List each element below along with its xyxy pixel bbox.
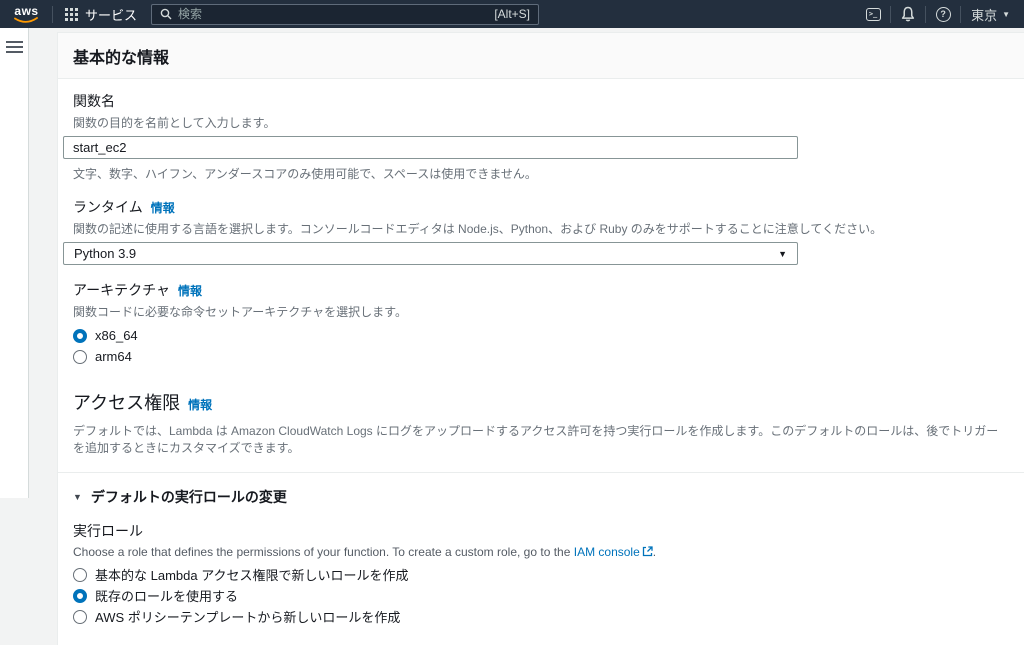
radio-option-label: 基本的な Lambda アクセス権限で新しいロールを作成 [95, 565, 409, 584]
collapsed-sidebar [0, 28, 29, 498]
aws-smile-icon [14, 17, 38, 24]
cloudshell-icon: >_ [866, 8, 881, 21]
notifications-button[interactable] [891, 0, 925, 28]
function-name-label: 関数名 [73, 91, 1009, 111]
radio-option-label: 既存のロールを使用する [95, 586, 238, 605]
description-text: . [653, 545, 656, 559]
divider [58, 472, 1024, 473]
radio-option-use-existing-role[interactable]: 既存のロールを使用する [73, 587, 1009, 604]
architecture-radio-group: x86_64 arm64 [73, 327, 1009, 365]
radio-icon[interactable] [73, 329, 87, 343]
region-label: 東京 [971, 5, 997, 24]
external-link-icon [642, 546, 653, 557]
bell-icon [900, 6, 916, 22]
top-navigation-bar: aws サービス [Alt+S] [0, 0, 1024, 28]
radio-option-create-basic-role[interactable]: 基本的な Lambda アクセス権限で新しいロールを作成 [73, 566, 1009, 583]
search-input[interactable] [178, 7, 488, 21]
search-shortcut-hint: [Alt+S] [494, 7, 530, 21]
execution-role-description: Choose a role that defines the permissio… [73, 545, 1009, 559]
grid-icon [65, 8, 78, 21]
architecture-label: アーキテクチャ [73, 280, 170, 300]
radio-icon[interactable] [73, 568, 87, 582]
permissions-description: デフォルトでは、Lambda は Amazon CloudWatch Logs … [73, 422, 1009, 456]
function-name-constraint: 文字、数字、ハイフン、アンダースコアのみ使用可能で、スペースは使用できません。 [73, 165, 1009, 182]
radio-option-x86_64[interactable]: x86_64 [73, 327, 1009, 344]
runtime-info-link[interactable]: 情報 [151, 199, 175, 216]
radio-icon[interactable] [73, 610, 87, 624]
triangle-down-icon: ▼ [73, 492, 82, 502]
function-name-description: 関数の目的を名前として入力します。 [73, 114, 1009, 131]
region-selector[interactable]: 東京 ▼ [971, 5, 1010, 24]
runtime-label: ランタイム [73, 197, 143, 217]
nav-separator [960, 6, 961, 23]
search-icon [160, 8, 172, 20]
radio-option-label: arm64 [95, 349, 132, 364]
architecture-section: アーキテクチャ 情報 関数コードに必要な命令セットアーキテクチャを選択します。 … [73, 280, 1009, 365]
architecture-info-link[interactable]: 情報 [178, 282, 202, 299]
permissions-info-link[interactable]: 情報 [188, 396, 212, 413]
runtime-selected-value: Python 3.9 [74, 246, 136, 261]
execution-role-radio-group: 基本的な Lambda アクセス権限で新しいロールを作成 既存のロールを使用する… [73, 566, 1009, 625]
permissions-section: アクセス権限 情報 デフォルトでは、Lambda は Amazon CloudW… [73, 389, 1009, 456]
architecture-description: 関数コードに必要な命令セットアーキテクチャを選択します。 [73, 303, 1009, 320]
hamburger-menu-icon[interactable] [6, 41, 23, 53]
chevron-down-icon: ▼ [778, 249, 787, 259]
global-search-box[interactable]: [Alt+S] [151, 4, 539, 25]
radio-option-label: x86_64 [95, 328, 138, 343]
execution-role-label: 実行ロール [73, 521, 1009, 541]
function-name-section: 関数名 関数の目的を名前として入力します。 文字、数字、ハイフン、アンダースコア… [73, 91, 1009, 182]
radio-option-label: AWS ポリシーテンプレートから新しいロールを作成 [95, 607, 400, 626]
runtime-select[interactable]: Python 3.9 ▼ [63, 242, 798, 265]
radio-option-create-from-policy-template[interactable]: AWS ポリシーテンプレートから新しいロールを作成 [73, 608, 1009, 625]
runtime-description: 関数の記述に使用する言語を選択します。コンソールコードエディタは Node.js… [73, 220, 1009, 237]
radio-icon[interactable] [73, 589, 87, 603]
aws-logo-text: aws [13, 5, 40, 17]
help-icon: ? [936, 7, 951, 22]
radio-icon[interactable] [73, 350, 87, 364]
execution-role-section: 実行ロール Choose a role that defines the per… [73, 521, 1009, 625]
basic-information-panel: 基本的な情報 関数名 関数の目的を名前として入力します。 文字、数字、ハイフン、… [57, 32, 1024, 645]
services-label: サービス [85, 5, 137, 24]
change-default-role-expander[interactable]: ▼ デフォルトの実行ロールの変更 [73, 487, 1009, 507]
radio-option-arm64[interactable]: arm64 [73, 348, 1009, 365]
panel-header: 基本的な情報 [58, 33, 1024, 79]
services-menu-button[interactable]: サービス [65, 5, 137, 24]
description-text: Choose a role that defines the permissio… [73, 545, 574, 559]
function-name-input[interactable] [63, 136, 798, 159]
expander-label: デフォルトの実行ロールの変更 [91, 487, 287, 507]
panel-title: 基本的な情報 [73, 44, 169, 68]
runtime-section: ランタイム 情報 関数の記述に使用する言語を選択します。コンソールコードエディタ… [73, 197, 1009, 265]
chevron-down-icon: ▼ [1002, 10, 1010, 19]
nav-separator [52, 6, 53, 23]
cloudshell-button[interactable]: >_ [856, 0, 890, 28]
help-button[interactable]: ? [926, 0, 960, 28]
iam-console-link[interactable]: IAM console [574, 545, 640, 559]
permissions-title: アクセス権限 [73, 389, 180, 415]
aws-logo[interactable]: aws [13, 5, 40, 24]
